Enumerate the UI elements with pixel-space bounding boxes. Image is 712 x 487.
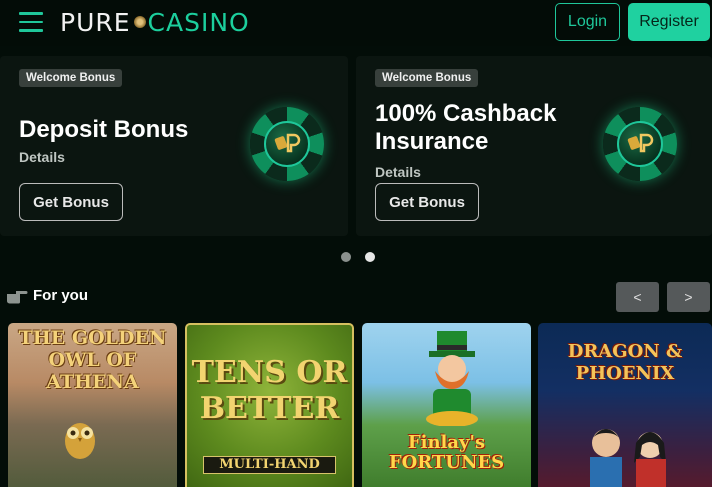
for-you-heading: For you: [6, 286, 88, 304]
get-bonus-button[interactable]: Get Bonus: [19, 183, 123, 221]
banner-title: Deposit Bonus: [19, 116, 189, 143]
game-title: THE GOLDEN OWL OF ATHENA: [18, 327, 167, 393]
menu-icon[interactable]: [19, 12, 43, 32]
game-title: Finlay's FORTUNES: [388, 432, 505, 473]
pointing-hand-icon: [7, 291, 28, 304]
site-logo[interactable]: PURE CASINO: [60, 5, 250, 39]
characters-icon: [590, 429, 666, 487]
game-tile-tens-or-better[interactable]: TENS OR BETTER MULTI-HAND: [185, 323, 354, 487]
carousel-next-button[interactable]: >: [667, 282, 710, 312]
casino-chip-icon: [250, 107, 324, 181]
carousel-prev-button[interactable]: <: [616, 282, 659, 312]
casino-chip-icon: [603, 107, 677, 181]
get-bonus-button[interactable]: Get Bonus: [375, 183, 479, 221]
game-tile-golden-owl[interactable]: THE GOLDEN OWL OF ATHENA: [8, 323, 177, 487]
leprechaun-icon: [426, 331, 478, 426]
game-title: TENS OR BETTER: [191, 355, 348, 426]
details-link[interactable]: Details: [375, 164, 421, 180]
register-button[interactable]: Register: [628, 3, 710, 41]
logo-chip-icon: [133, 16, 146, 28]
logo-text-pure: PURE: [60, 7, 131, 37]
game-title: DRAGON & PHOENIX: [567, 341, 683, 384]
game-subtitle: MULTI-HAND: [203, 456, 336, 474]
bonus-banner-deposit: Welcome Bonus Deposit Bonus Details Get …: [0, 56, 348, 236]
logo-text-casino: CASINO: [147, 7, 250, 37]
banner-title: 100% Cashback Insurance: [375, 100, 557, 155]
login-button[interactable]: Login: [555, 3, 620, 41]
section-title: For you: [33, 286, 88, 304]
game-tile-finlays-fortunes[interactable]: Finlay's FORTUNES: [362, 323, 531, 487]
carousel-dot-1[interactable]: [341, 252, 351, 262]
welcome-bonus-badge: Welcome Bonus: [375, 69, 479, 87]
owl-icon: [65, 423, 95, 459]
top-header: PURE CASINO Login Register: [0, 0, 712, 46]
game-tile-dragon-phoenix[interactable]: DRAGON & PHOENIX: [538, 323, 712, 487]
details-link[interactable]: Details: [19, 149, 65, 165]
welcome-bonus-badge: Welcome Bonus: [19, 69, 123, 87]
carousel-dot-2[interactable]: [365, 252, 375, 262]
bonus-banner-cashback: Welcome Bonus 100% Cashback Insurance De…: [356, 56, 712, 236]
